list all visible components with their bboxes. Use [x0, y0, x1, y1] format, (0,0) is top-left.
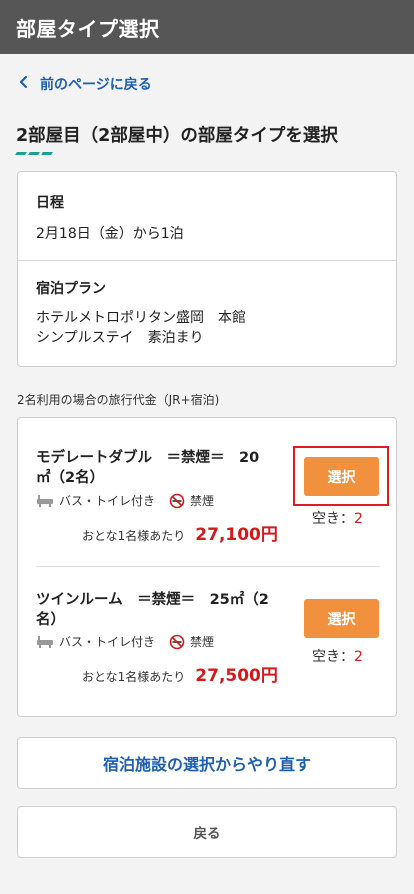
chevron-left-icon: [18, 75, 32, 93]
select-room-button[interactable]: 選択: [304, 457, 379, 496]
amenity-bath: バス・トイレ付き: [36, 633, 155, 650]
no-smoking-icon: [169, 493, 185, 508]
plan-label: 宿泊プラン: [36, 281, 106, 297]
availability: 空き：2: [312, 649, 363, 665]
room-price: 27,500円: [195, 666, 278, 686]
room-price-row: おとな1名様あたり 27,500円: [82, 661, 278, 686]
redo-hotel-selection-button[interactable]: 宿泊施設の選択からやり直す: [17, 737, 397, 789]
room-amenities: バス・トイレ付き 禁煙: [36, 492, 228, 509]
app-header: 部屋タイプ選択: [0, 0, 414, 54]
title-underline-accent: [15, 152, 53, 155]
room-divider: [36, 566, 380, 567]
room-price-row: おとな1名様あたり 27,100円: [82, 520, 278, 545]
room-amenities: バス・トイレ付き 禁煙: [36, 633, 228, 650]
schedule-section: 日程 2月18日（金）から1泊: [18, 192, 202, 244]
back-button[interactable]: 戻る: [17, 806, 397, 858]
plan-hotel-name: ホテルメトロポリタン盛岡 本館: [36, 310, 246, 326]
schedule-value: 2月18日（金）から1泊: [36, 226, 184, 242]
amenity-bath: バス・トイレ付き: [36, 492, 155, 509]
no-smoking-icon: [169, 634, 185, 649]
amenity-no-smoking: 禁煙: [169, 492, 214, 509]
bathtub-icon: [37, 635, 53, 648]
price-label: おとな1名様あたり: [82, 529, 186, 543]
schedule-label: 日程: [36, 195, 64, 211]
booking-info-card: 日程 2月18日（金）から1泊 宿泊プラン ホテルメトロポリタン盛岡 本館 シン…: [17, 171, 397, 367]
room-price: 27,100円: [195, 525, 278, 545]
bathtub-icon: [37, 494, 53, 507]
plan-section: 宿泊プラン ホテルメトロポリタン盛岡 本館 シンプルステイ 素泊まり: [18, 278, 264, 348]
availability: 空き：2: [312, 511, 363, 527]
info-divider: [18, 260, 396, 261]
page-title: 2部屋目（2部屋中）の部屋タイプを選択: [16, 126, 338, 146]
select-room-button[interactable]: 選択: [304, 599, 379, 638]
previous-page-link[interactable]: 前のページに戻る: [18, 74, 152, 94]
plan-name: シンプルステイ 素泊まり: [36, 330, 204, 346]
price-note: 2名利用の場合の旅行代金（JR+宿泊): [17, 393, 220, 407]
amenity-no-smoking: 禁煙: [169, 633, 214, 650]
room-name: ツインルーム ＝禁煙＝ 25㎡（2 名）: [36, 592, 269, 628]
room-list-card: モデレートダブル ＝禁煙＝ 20 ㎡（2名） バス・トイレ付き 禁煙 おとな1名…: [17, 417, 397, 717]
previous-page-label: 前のページに戻る: [40, 77, 152, 93]
room-name: モデレートダブル ＝禁煙＝ 20 ㎡（2名）: [36, 450, 260, 486]
price-label: おとな1名様あたり: [82, 670, 186, 684]
header-title: 部屋タイプ選択: [16, 16, 160, 41]
